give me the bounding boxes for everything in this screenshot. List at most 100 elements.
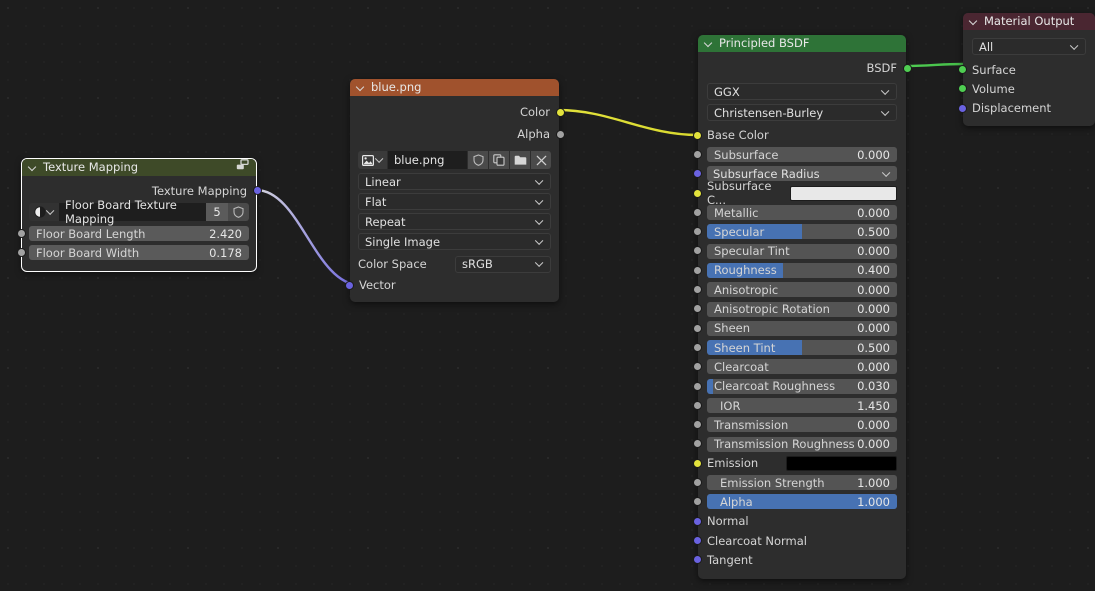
input-socket-subsurface[interactable] [692,150,702,159]
collapse-chevron-icon[interactable] [705,39,714,48]
output-socket-bsdf[interactable] [902,63,912,73]
input-row-clearcoat[interactable]: Clearcoat 0.000 [692,357,906,376]
sheen-slider[interactable]: Sheen 0.000 [707,320,897,336]
users-count-button[interactable]: 5 [206,203,228,221]
projection-menu[interactable]: Flat [358,193,551,210]
ior-slider[interactable]: IOR 1.450 [707,398,897,413]
image-name-field[interactable]: blue.png [388,151,467,169]
input-socket-specular[interactable] [692,227,702,237]
input-socket-displacement[interactable] [957,103,967,113]
emission-strength-slider[interactable]: Emission Strength 1.000 [707,475,897,491]
input-socket-transmission-roughness[interactable] [692,439,702,449]
input-socket-sheen-tint[interactable] [692,342,702,352]
node-header-texture-mapping[interactable]: Texture Mapping [22,159,256,176]
group-datablock-row[interactable]: Floor Board Texture Mapping 5 [29,198,249,226]
image-icon-button[interactable] [358,151,387,169]
collapse-chevron-icon[interactable] [357,83,366,92]
input-socket-vector[interactable] [344,280,354,290]
input-socket-normal[interactable] [692,516,702,526]
metallic-slider[interactable]: Metallic 0.000 [707,205,897,221]
node-image-texture[interactable]: blue.png Color Alpha blue.png Linear Fla… [344,79,565,302]
node-header-blue-png[interactable]: blue.png [350,79,559,96]
input-row-sheen-tint[interactable]: Sheen Tint 0.500 [692,338,906,357]
transmission-slider[interactable]: Transmission 0.000 [707,417,897,433]
input-socket-clearcoat[interactable] [692,362,702,372]
clearcoat-roughness-slider[interactable]: Clearcoat Roughness 0.030 [707,378,897,394]
floor-board-length-slider[interactable]: Floor Board Length 2.420 [29,226,249,242]
input-socket-anisotropic-rotation[interactable] [692,304,702,314]
input-row-ior[interactable]: IOR 1.450 [692,396,906,415]
input-socket-roughness[interactable] [692,265,702,275]
input-socket-subsurface-color[interactable] [692,188,702,198]
input-socket-floor-board-width[interactable] [16,248,26,258]
copy-icon[interactable] [489,151,509,169]
input-socket-metallic[interactable] [692,207,702,217]
output-socket-texture-mapping[interactable] [252,186,262,195]
input-row-emission[interactable]: Emission [692,454,906,473]
input-row-transmission-roughness[interactable]: Transmission Roughness 0.000 [692,434,906,453]
folder-icon[interactable] [510,151,530,169]
input-socket-volume[interactable] [957,84,967,94]
floor-board-width-slider[interactable]: Floor Board Width 0.178 [29,245,249,261]
input-row-roughness[interactable]: Roughness 0.400 [692,261,906,280]
image-datablock-row[interactable]: blue.png [358,151,551,169]
emission-color-swatch[interactable] [786,455,897,471]
input-socket-clearcoat-roughness[interactable] [692,381,702,391]
input-row-floor-board-length[interactable]: Floor Board Length 2.420 [16,224,256,243]
roughness-slider[interactable]: Roughness 0.400 [707,262,897,278]
close-icon[interactable] [531,151,551,169]
input-socket-sheen[interactable] [692,323,702,333]
input-socket-tangent[interactable] [692,555,702,565]
subsurface-color-swatch[interactable] [790,185,897,201]
input-socket-alpha[interactable] [692,497,702,507]
extension-menu[interactable]: Repeat [358,213,551,230]
node-group-icon[interactable] [236,159,249,176]
distribution-menu[interactable]: GGX [707,83,897,100]
input-socket-emission[interactable] [692,458,702,468]
input-socket-subsurface-radius[interactable] [692,169,702,179]
input-socket-base-color[interactable] [692,130,702,140]
specular-tint-slider[interactable]: Specular Tint 0.000 [707,243,897,259]
group-name-field[interactable]: Floor Board Texture Mapping [59,198,206,226]
input-row-specular-tint[interactable]: Specular Tint 0.000 [692,241,906,260]
node-material-output[interactable]: Material Output All Surface Volume Displ… [957,13,1095,126]
subsurface-method-menu[interactable]: Christensen-Burley [707,104,897,121]
input-row-anisotropic-rotation[interactable]: Anisotropic Rotation 0.000 [692,299,906,318]
node-tree-icon-button[interactable] [29,203,59,221]
color-space-menu[interactable]: sRGB [455,255,551,273]
clearcoat-slider[interactable]: Clearcoat 0.000 [707,359,897,375]
output-socket-color[interactable] [555,107,565,117]
node-principled-bsdf[interactable]: Principled BSDF BSDF GGX Christensen-Bur… [692,35,912,579]
transmission-roughness-slider[interactable]: Transmission Roughness 0.000 [707,436,897,452]
node-texture-mapping[interactable]: Texture Mapping Texture Mapping Floor Bo… [16,158,262,272]
specular-slider[interactable]: Specular 0.500 [707,224,897,240]
input-socket-anisotropic[interactable] [692,285,702,295]
fake-user-shield-icon[interactable] [468,151,488,169]
subsurface-slider[interactable]: Subsurface 0.000 [707,147,897,163]
input-socket-transmission[interactable] [692,420,702,430]
input-row-subsurface[interactable]: Subsurface 0.000 [692,145,906,164]
input-row-alpha[interactable]: Alpha 1.000 [692,492,906,511]
input-row-floor-board-width[interactable]: Floor Board Width 0.178 [16,243,256,262]
output-socket-alpha[interactable] [555,129,565,139]
alpha-slider[interactable]: Alpha 1.000 [707,494,897,510]
input-socket-specular-tint[interactable] [692,246,702,256]
input-row-specular[interactable]: Specular 0.500 [692,222,906,241]
input-row-sheen[interactable]: Sheen 0.000 [692,319,906,338]
sheen-tint-slider[interactable]: Sheen Tint 0.500 [707,340,897,356]
node-header-principled-bsdf[interactable]: Principled BSDF [698,35,906,52]
input-row-subsurface-color[interactable]: Subsurface C... [692,179,906,207]
input-row-metallic[interactable]: Metallic 0.000 [692,203,906,222]
input-socket-ior[interactable] [692,400,702,410]
input-row-transmission[interactable]: Transmission 0.000 [692,415,906,434]
collapse-chevron-icon[interactable] [970,17,979,26]
target-menu[interactable]: All [972,38,1086,55]
input-socket-emission-strength[interactable] [692,478,702,488]
fake-user-shield-icon[interactable] [228,203,249,221]
source-menu[interactable]: Single Image [358,233,551,250]
input-socket-floor-board-length[interactable] [16,229,26,238]
color-space-row[interactable]: Color Space sRGB [350,253,559,275]
anisotropic-slider[interactable]: Anisotropic 0.000 [707,282,897,298]
anisotropic-rotation-slider[interactable]: Anisotropic Rotation 0.000 [707,301,897,317]
input-row-emission-strength[interactable]: Emission Strength 1.000 [692,473,906,492]
